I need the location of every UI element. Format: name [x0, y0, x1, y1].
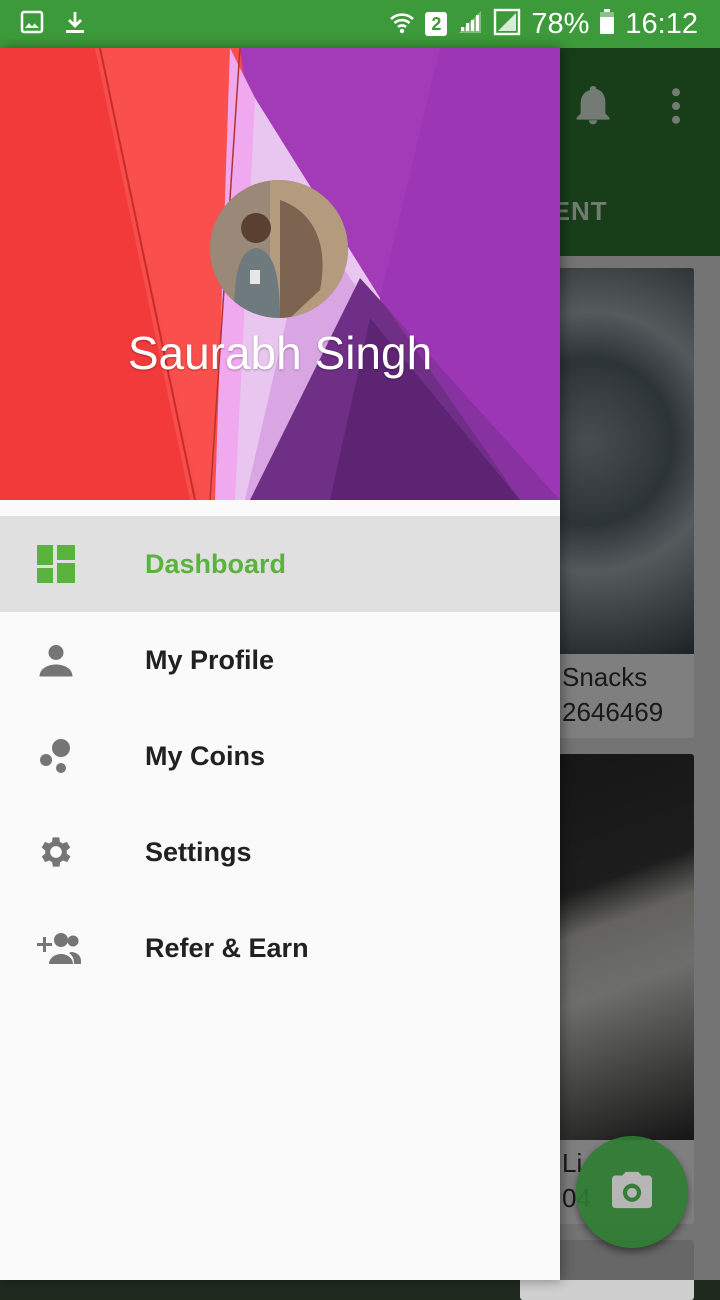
signal-icon — [457, 9, 483, 40]
menu-item-my-profile[interactable]: My Profile — [0, 612, 560, 708]
menu-item-refer-earn[interactable]: Refer & Earn — [0, 900, 560, 996]
coins-icon — [36, 736, 76, 776]
download-icon — [64, 10, 86, 39]
sim-badge: 2 — [425, 12, 448, 36]
avatar[interactable] — [210, 180, 348, 318]
menu-item-label: Refer & Earn — [145, 932, 309, 963]
group-add-icon — [30, 928, 82, 968]
battery-icon — [599, 8, 615, 40]
menu-item-my-coins[interactable]: My Coins — [0, 708, 560, 804]
clock: 16:12 — [625, 7, 698, 40]
drawer-header: Saurabh Singh — [0, 48, 560, 500]
menu-item-label: Dashboard — [145, 548, 287, 579]
menu-item-label: Settings — [145, 836, 252, 867]
menu-item-dashboard[interactable]: Dashboard — [0, 516, 560, 612]
menu-item-settings[interactable]: Settings — [0, 804, 560, 900]
navigation-drawer: Saurabh Singh Dashboard My Profile My Co… — [0, 48, 560, 1280]
gear-icon — [36, 832, 76, 872]
menu-item-label: My Coins — [145, 740, 266, 771]
signal-icon — [493, 8, 521, 41]
drawer-menu: Dashboard My Profile My Coins Settings R… — [0, 516, 560, 996]
wifi-icon — [389, 9, 415, 40]
camera-fab[interactable] — [576, 1136, 688, 1248]
dashboard-icon — [36, 544, 76, 584]
person-icon — [36, 640, 76, 680]
user-name[interactable]: Saurabh Singh — [0, 326, 560, 380]
gallery-icon — [20, 10, 44, 39]
menu-item-label: My Profile — [145, 644, 275, 675]
status-bar: 2 78% 16:12 — [0, 0, 720, 48]
battery-percent: 78% — [531, 7, 590, 40]
camera-icon — [610, 1170, 654, 1215]
